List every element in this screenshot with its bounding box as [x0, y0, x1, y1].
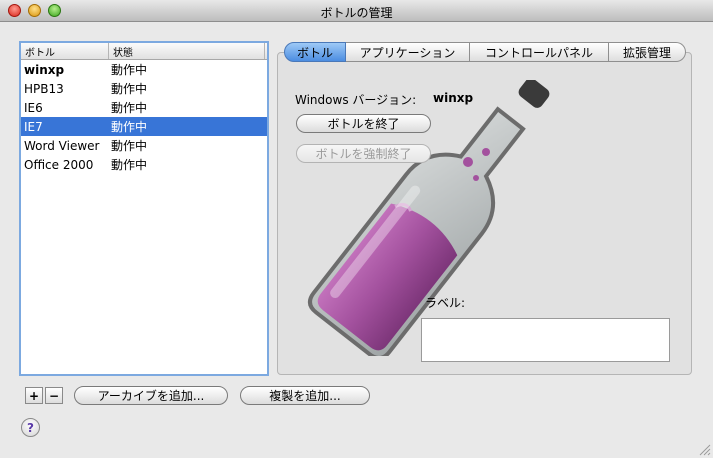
label-caption: ラベル: — [425, 296, 466, 310]
tab-bar: ボトル アプリケーション コントロールパネル 拡張管理 — [284, 42, 686, 62]
bottle-name: Office 2000 — [24, 157, 94, 172]
windows-version-value: winxp — [433, 91, 474, 105]
bottle-status: 動作中 — [111, 120, 148, 134]
bottle-status: 動作中 — [111, 82, 148, 96]
list-item[interactable]: Office 2000 動作中 — [21, 155, 267, 174]
tab-bottle[interactable]: ボトル — [284, 42, 346, 62]
bottle-status: 動作中 — [111, 158, 148, 172]
tab-control-panel[interactable]: コントロールパネル — [470, 42, 609, 62]
column-header-name[interactable]: ボトル — [21, 43, 109, 59]
remove-bottle-button[interactable]: − — [45, 387, 63, 404]
stop-bottle-button[interactable]: ボトルを終了 — [296, 114, 431, 133]
title-bar: ボトルの管理 — [0, 0, 713, 22]
list-item-selected[interactable]: IE7 動作中 — [21, 117, 267, 136]
bottle-list[interactable]: ボトル 状態 winxp 動作中 HPB13 動作中 IE6 動作中 IE7 動… — [19, 41, 269, 376]
label-field[interactable] — [421, 318, 670, 362]
list-item[interactable]: Word Viewer 動作中 — [21, 136, 267, 155]
add-copy-button[interactable]: 複製を追加... — [240, 386, 370, 405]
bottle-status: 動作中 — [111, 101, 148, 115]
windows-version-label: Windows バージョン: — [295, 93, 417, 107]
list-item[interactable]: HPB13 動作中 — [21, 79, 267, 98]
window-title: ボトルの管理 — [320, 6, 393, 20]
bottle-status: 動作中 — [111, 63, 148, 77]
force-stop-bottle-button[interactable]: ボトルを強制終了 — [296, 144, 431, 163]
bottle-name: IE7 — [24, 119, 43, 134]
bottle-name: HPB13 — [24, 81, 64, 96]
add-archive-button[interactable]: アーカイブを追加... — [74, 386, 228, 405]
bottle-name: winxp — [24, 62, 65, 77]
bottle-status: 動作中 — [111, 139, 148, 153]
tab-extensions[interactable]: 拡張管理 — [609, 42, 686, 62]
list-header: ボトル 状態 — [21, 43, 267, 60]
add-bottle-button[interactable]: + — [25, 387, 43, 404]
bottle-name: Word Viewer — [24, 138, 100, 153]
tab-applications[interactable]: アプリケーション — [346, 42, 470, 62]
resize-grip-icon[interactable] — [699, 444, 711, 456]
bottle-manager-window: ボトルの管理 ボトル 状態 winxp 動作中 HPB13 動作中 IE6 動作… — [0, 0, 713, 458]
help-icon[interactable]: ? — [21, 418, 40, 437]
list-item[interactable]: winxp 動作中 — [21, 60, 267, 79]
column-header-status[interactable]: 状態 — [109, 43, 265, 59]
bottle-name: IE6 — [24, 100, 43, 115]
list-item[interactable]: IE6 動作中 — [21, 98, 267, 117]
